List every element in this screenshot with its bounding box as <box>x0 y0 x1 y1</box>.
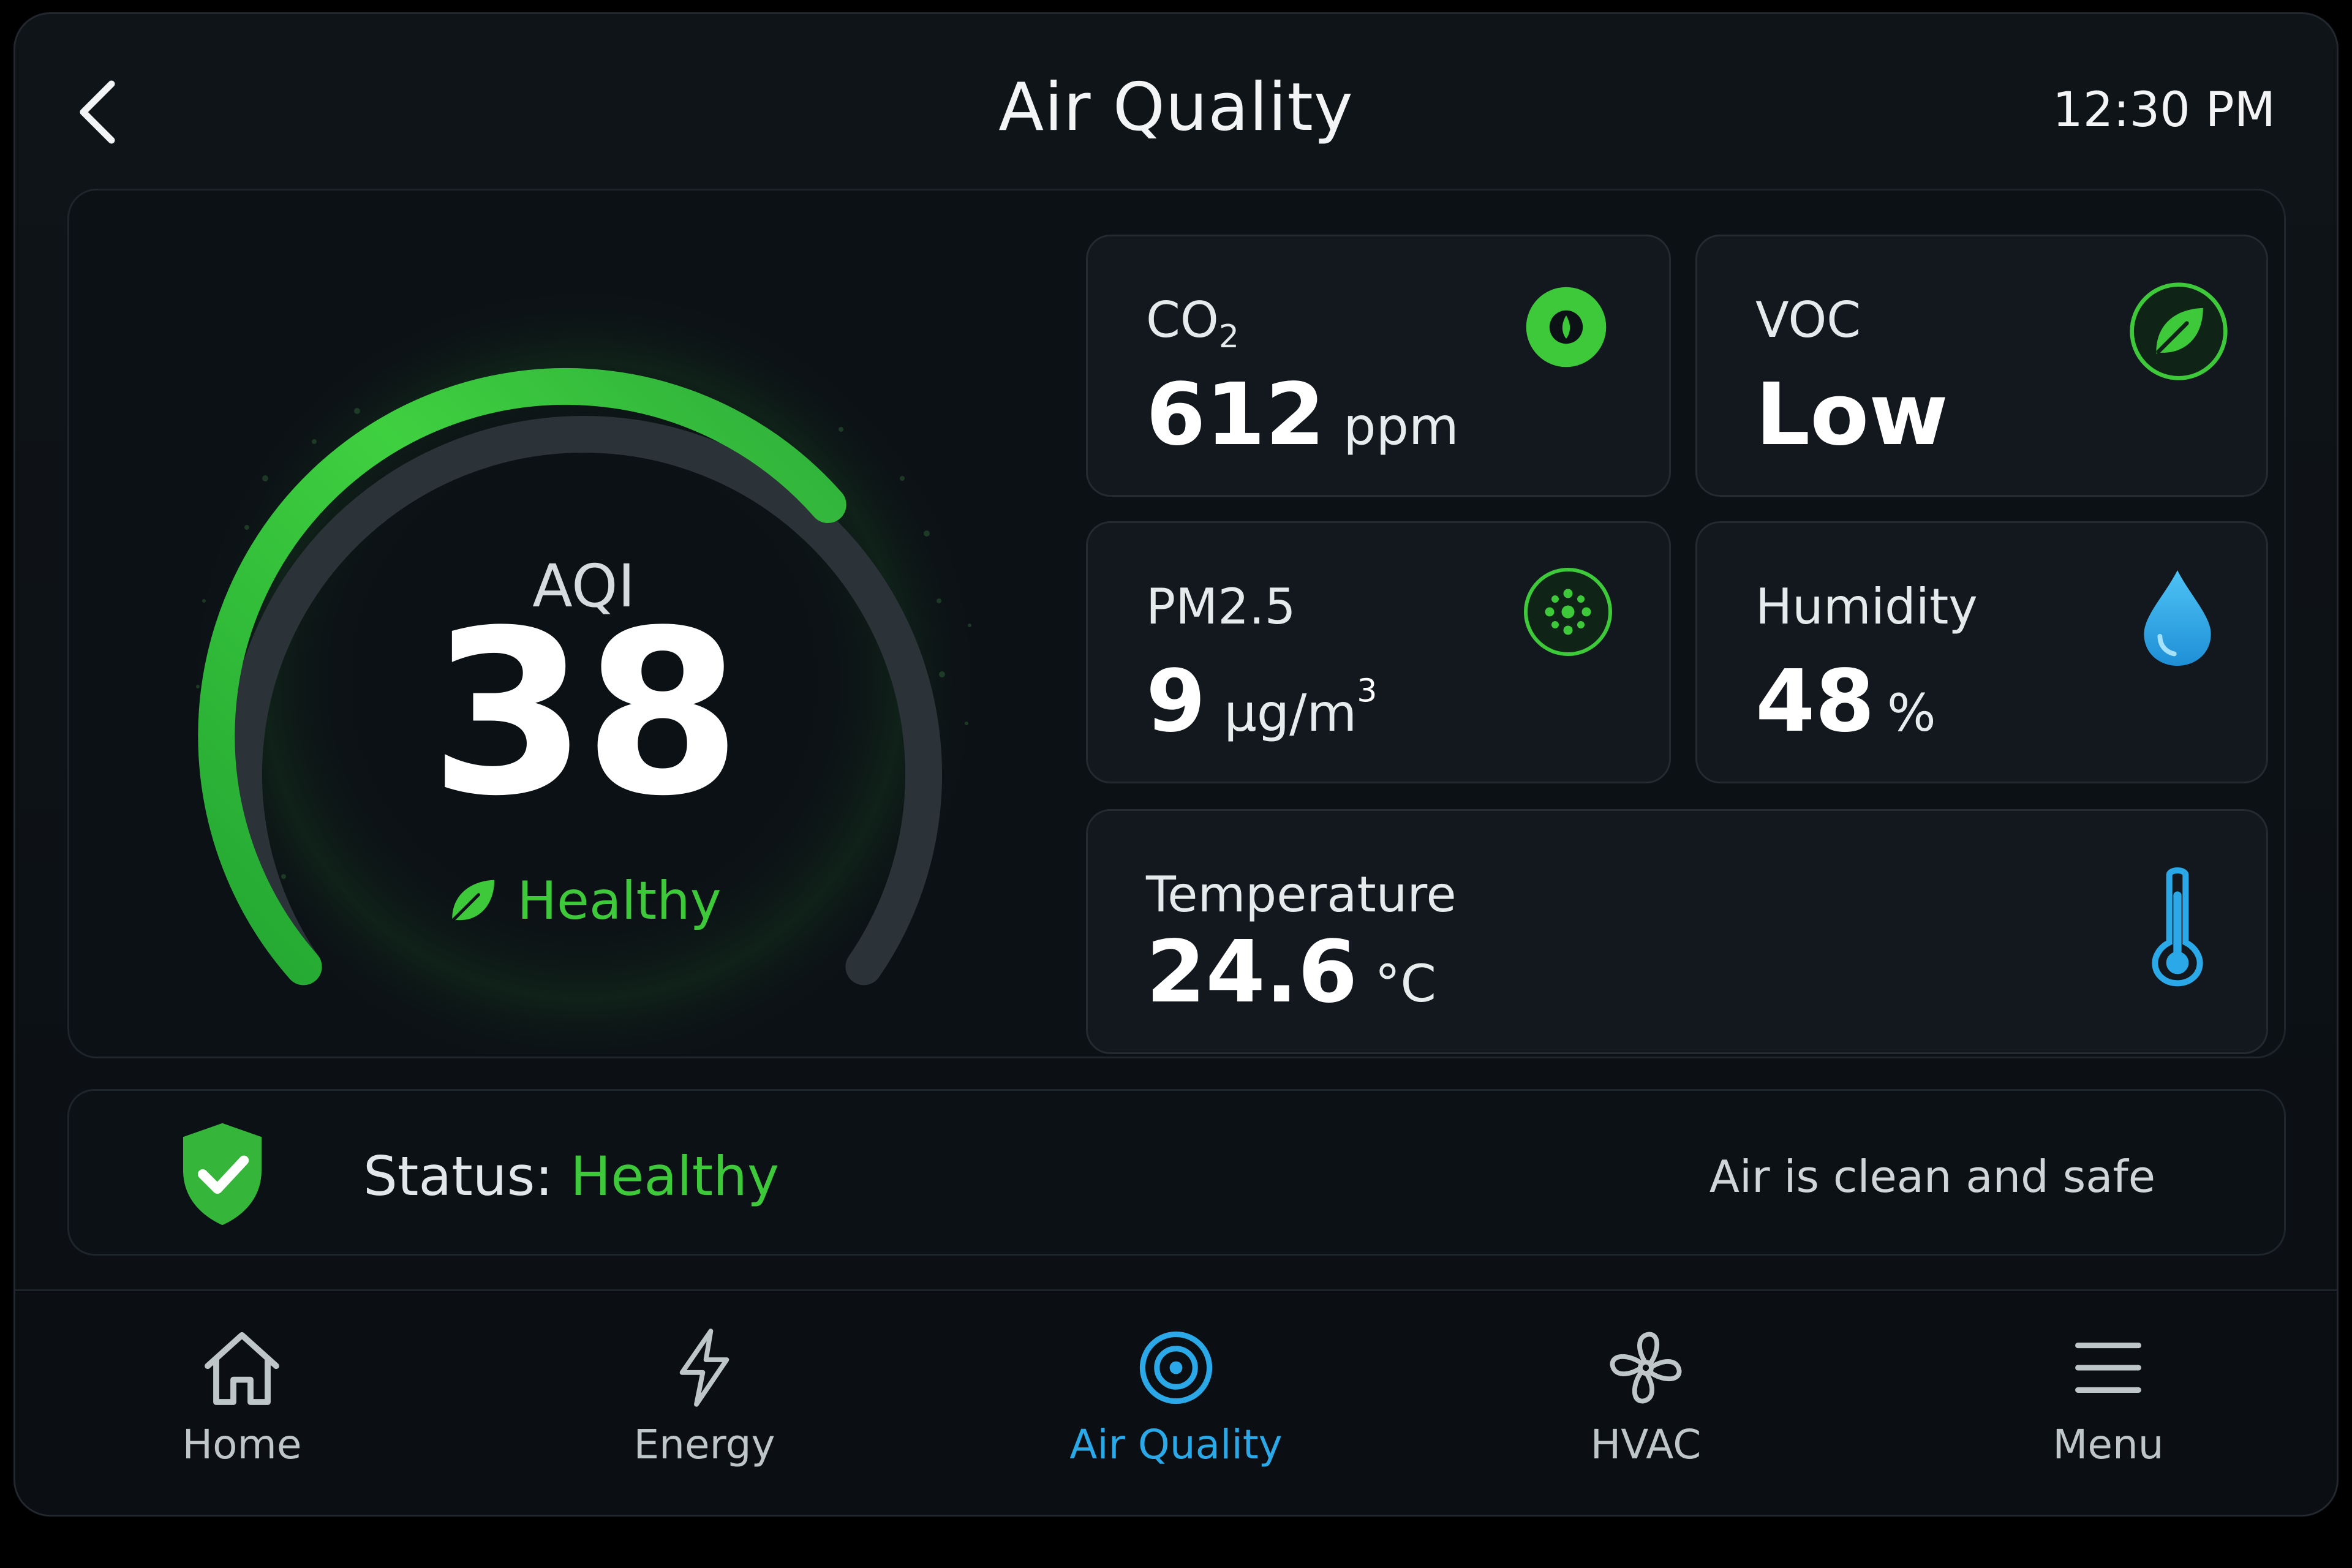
lightning-icon <box>679 1329 729 1407</box>
pm25-label: PM2.5 <box>1146 578 1296 635</box>
shield-check-icon <box>183 1123 262 1226</box>
device-screen: Air Quality 12:30 PM AQI 38 Healthy CO2 … <box>13 12 2339 1517</box>
aqi-gauge: AQI 38 Healthy <box>112 258 1055 1054</box>
temperature-value: 24.6 °C <box>1146 922 1437 1022</box>
leaf-icon <box>451 880 495 922</box>
page-title: Air Quality <box>998 69 1354 146</box>
temperature-card[interactable]: Temperature 24.6 °C <box>1086 809 2268 1054</box>
nav-label-menu: Menu <box>2052 1421 2164 1468</box>
main-panel: AQI 38 Healthy CO2 612 ppm VOC Low PM2.5… <box>67 189 2286 1058</box>
status-text: Status: Healthy <box>363 1145 780 1208</box>
bottom-nav: Home Energy Air Quality HVAC Menu <box>15 1289 2337 1515</box>
humidity-card[interactable]: Humidity 48% <box>1695 521 2268 783</box>
nav-item-menu[interactable]: Menu <box>1986 1328 2231 1487</box>
aqi-status-text: Healthy <box>517 870 722 932</box>
co2-label: CO2 <box>1146 292 1239 355</box>
voc-value: Low <box>1755 365 1948 465</box>
humidity-value: 48% <box>1755 652 1936 752</box>
thermometer-icon <box>2152 867 2203 987</box>
humidity-label: Humidity <box>1755 578 1978 635</box>
nav-item-energy[interactable]: Energy <box>582 1328 827 1487</box>
status-bar: Status: Healthy Air is clean and safe <box>67 1089 2286 1256</box>
nav-label-hvac: HVAC <box>1590 1421 1702 1468</box>
co2-value: 612 ppm <box>1146 365 1459 465</box>
aqi-value: 38 <box>429 582 742 846</box>
particles-icon <box>1524 568 1612 656</box>
home-icon <box>205 1332 279 1405</box>
fan-icon <box>1610 1332 1682 1404</box>
leaf-icon <box>2130 282 2228 380</box>
clock: 12:30 PM <box>2052 83 2275 138</box>
status-description: Air is clean and safe <box>1709 1151 2155 1202</box>
nav-item-air-quality[interactable]: Air Quality <box>1054 1328 1298 1487</box>
nav-label-energy: Energy <box>633 1421 775 1468</box>
co2-card[interactable]: CO2 612 ppm <box>1086 235 1671 497</box>
pm25-value: 9 µg/m3 <box>1146 652 1378 752</box>
nav-item-hvac[interactable]: HVAC <box>1523 1328 1768 1487</box>
hamburger-icon <box>2075 1343 2141 1393</box>
pm25-card[interactable]: PM2.5 9 µg/m3 <box>1086 521 1671 783</box>
target-icon <box>1139 1331 1213 1404</box>
temperature-label: Temperature <box>1146 866 1457 923</box>
nav-label-air-quality: Air Quality <box>1069 1421 1283 1468</box>
voc-card[interactable]: VOC Low <box>1695 235 2268 497</box>
water-drop-icon <box>2144 570 2211 666</box>
voc-label: VOC <box>1755 292 1861 349</box>
co2-icon <box>1526 287 1607 368</box>
aqi-status: Healthy <box>382 870 786 932</box>
nav-item-home[interactable]: Home <box>119 1328 364 1487</box>
nav-label-home: Home <box>182 1421 302 1468</box>
